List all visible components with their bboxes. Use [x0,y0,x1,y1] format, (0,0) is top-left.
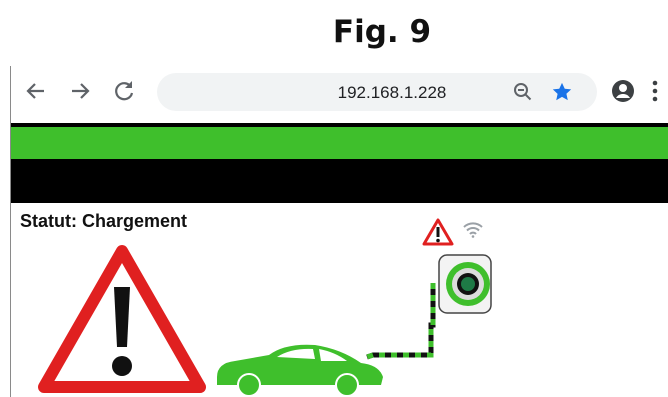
bookmark-star-icon[interactable] [551,81,573,103]
forward-arrow-icon[interactable] [67,78,93,104]
electric-car-icon [211,333,386,397]
back-arrow-icon[interactable] [23,78,49,104]
small-warning-icon [421,217,455,247]
figure-caption: Fig. 9 [332,14,432,50]
reload-icon[interactable] [111,78,137,104]
warning-triangle-icon [36,243,208,395]
page-header-bar [11,123,668,159]
status-label: Statut: Chargement [20,211,188,231]
page-nav-bar [11,159,668,203]
menu-dots-icon[interactable] [651,79,659,103]
browser-window: 192.168.1.228 Statut: Chargement [10,66,668,397]
browser-toolbar: 192.168.1.228 [11,66,668,120]
page-content: Statut: Chargement [11,203,668,397]
wifi-icon [462,220,484,238]
zoom-out-icon[interactable] [513,82,533,102]
address-bar[interactable]: 192.168.1.228 [157,73,597,111]
account-icon[interactable] [611,79,635,103]
